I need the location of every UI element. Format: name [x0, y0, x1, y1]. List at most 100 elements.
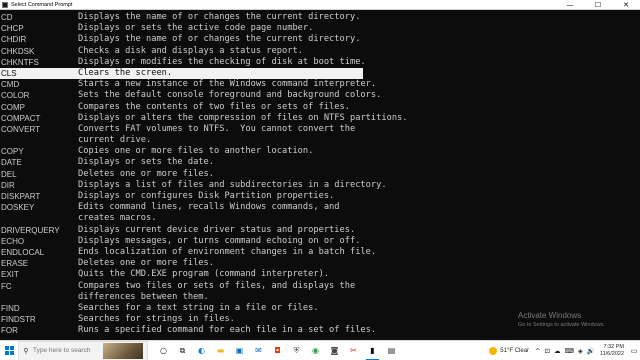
weather-text: 51°F Clear: [500, 348, 530, 354]
pinned-apps: ○ ⧉ ◐ ▬ ▣ ✉ ◘ ⛨ ◉ ◙ ✂ ▮ ▤: [154, 341, 401, 360]
command-description: Clears the screen.: [78, 67, 173, 78]
console-output[interactable]: CD Displays the name of or changes the cu…: [0, 10, 632, 340]
task-view-icon[interactable]: ⧉: [173, 341, 192, 360]
console-line[interactable]: DOSKEY Edits command lines, recalls Windo…: [0, 202, 632, 213]
watermark-title: Activate Windows: [518, 311, 582, 320]
window-title: Select Command Prompt: [11, 1, 73, 8]
network-icon[interactable]: ◈: [578, 347, 583, 355]
office-icon[interactable]: ◘: [268, 341, 287, 360]
store-icon[interactable]: ▣: [230, 341, 249, 360]
weather-sun-icon: [489, 347, 498, 355]
console-line[interactable]: COPY Copies one or more files to another …: [0, 146, 632, 157]
console-line[interactable]: CHCP Displays or sets the active code pag…: [0, 23, 632, 34]
snipping-icon[interactable]: ✂: [344, 341, 363, 360]
security-icon[interactable]: ⛨: [287, 341, 306, 360]
edge-icon[interactable]: ◐: [192, 341, 211, 360]
clock[interactable]: 7:32 PM 11/6/2022: [600, 344, 624, 358]
selected-console-line[interactable]: CLS Clears the screen.: [0, 67, 363, 80]
notification-icon[interactable]: ▭: [628, 347, 640, 355]
camera-icon[interactable]: ◙: [325, 341, 344, 360]
command-description: Copies one or more files to another loca…: [78, 146, 314, 157]
mail-icon[interactable]: ✉: [249, 341, 268, 360]
console-line[interactable]: DISKPART Displays or configures Disk Part…: [0, 191, 632, 202]
console-line[interactable]: creates macros.: [0, 213, 632, 224]
command-name: CMD: [1, 80, 20, 90]
command-description: Runs a specified command for each file i…: [78, 325, 377, 336]
command-name: FIND: [1, 303, 20, 313]
search-highlight-image: [103, 342, 143, 359]
show-hidden-icons-icon[interactable]: ^: [535, 347, 540, 355]
command-name: CHKDSK: [1, 46, 35, 56]
command-description: Quits the CMD.EXE program (command inter…: [78, 269, 330, 280]
command-prompt-icon[interactable]: ▮: [363, 341, 382, 360]
tray-app-icon[interactable]: ⊡: [545, 347, 550, 355]
console-line[interactable]: ERASE Deletes one or more files.: [0, 258, 632, 269]
console-line[interactable]: CHDIR Displays the name of or changes the…: [0, 34, 632, 45]
command-name: CD: [1, 13, 13, 22]
maximize-button[interactable]: ☐: [584, 0, 612, 10]
command-name: DIR: [1, 180, 15, 190]
console-line[interactable]: CD Displays the name of or changes the cu…: [0, 12, 632, 23]
minimize-button[interactable]: —: [556, 0, 584, 10]
command-description: differences between them.: [78, 291, 209, 302]
cortana-icon[interactable]: ○: [154, 341, 173, 360]
chrome-icon[interactable]: ◉: [306, 341, 325, 360]
taskbar-search[interactable]: ⚲: [18, 340, 148, 360]
console-line[interactable]: COMP Compares the contents of two files o…: [0, 102, 632, 113]
search-input[interactable]: [33, 347, 103, 354]
console-line[interactable]: COMPACT Displays or alters the compressio…: [0, 113, 632, 124]
console-line[interactable]: current drive.: [0, 135, 632, 146]
console-line[interactable]: EXIT Quits the CMD.EXE program (command i…: [0, 269, 632, 280]
console-line[interactable]: ECHO Displays messages, or turns command …: [0, 236, 632, 247]
command-description: Checks a disk and displays a status repo…: [78, 45, 303, 56]
terminal-icon[interactable]: ▤: [382, 341, 401, 360]
search-icon: ⚲: [23, 347, 29, 355]
console-line[interactable]: FC Compares two files or sets of files, a…: [0, 281, 632, 292]
system-tray: 51°F Clear ^ ⊡ ☁ ⌨ ◈ 🔊 7:32 PM 11/6/2022 ▭: [489, 341, 640, 360]
command-name: ECHO: [1, 236, 25, 246]
command-description: Displays messages, or turns command echo…: [78, 235, 361, 246]
console-line[interactable]: CMD Starts a new instance of the Windows …: [0, 79, 632, 90]
console-line[interactable]: DEL Deletes one or more files.: [0, 169, 632, 180]
command-name: COMP: [1, 102, 25, 112]
console-line[interactable]: DRIVERQUERY Displays current device drive…: [0, 225, 632, 236]
tray-icons: ^ ⊡ ☁ ⌨ ◈ 🔊: [533, 347, 597, 355]
command-description: Displays the name of or changes the curr…: [78, 12, 361, 22]
command-description: Starts a new instance of the Windows com…: [78, 79, 377, 90]
command-name: CONVERT: [1, 124, 40, 134]
console-line[interactable]: CHKNTFS Displays or modifies the checking…: [0, 57, 632, 68]
command-description: current drive.: [78, 135, 152, 146]
console-line[interactable]: CHKDSK Checks a disk and displays a statu…: [0, 46, 632, 57]
start-button[interactable]: [0, 341, 18, 360]
close-button[interactable]: ✕: [612, 0, 640, 10]
command-description: Searches for a text string in a file or …: [78, 302, 319, 313]
weather-widget[interactable]: 51°F Clear: [489, 347, 529, 355]
command-name: DOSKEY: [1, 203, 35, 213]
command-description: Displays or configures Disk Partition pr…: [78, 191, 335, 201]
volume-icon[interactable]: 🔊: [587, 347, 595, 355]
window-controls: — ☐ ✕: [556, 0, 640, 10]
onedrive-icon[interactable]: ☁: [554, 347, 561, 355]
command-description: Edits command lines, recalls Windows com…: [78, 202, 340, 213]
console-line[interactable]: differences between them.: [0, 292, 632, 303]
taskbar: ⚲ ○⧉◐▬▣✉◘⛨◉◙✂▮▤ 51°F Clear ^ ⊡ ☁⌨ ◈ 🔊 7:32 P…: [0, 340, 640, 360]
command-name: CHDIR: [1, 35, 27, 45]
keyboard-icon[interactable]: ⌨: [564, 347, 573, 355]
command-description: Displays or sets the date.: [78, 157, 214, 168]
clock-date: 11/6/2022: [599, 351, 624, 357]
command-description: creates macros.: [78, 213, 157, 224]
window-titlebar[interactable]: Select Command Prompt — ☐ ✕: [0, 0, 640, 10]
console-line[interactable]: DATE Displays or sets the date.: [0, 157, 632, 168]
command-name: FOR: [1, 326, 18, 336]
console-line[interactable]: COLOR Sets the default console foreground…: [0, 90, 632, 101]
command-name: FINDSTR: [1, 315, 36, 325]
console-line[interactable]: DIR Displays a list of files and subdirec…: [0, 180, 632, 191]
console-line[interactable]: CONVERT Converts FAT volumes to NTFS. You…: [0, 124, 632, 135]
console-line[interactable]: ENDLOCAL Ends localization of environment…: [0, 247, 632, 258]
command-name: CLS: [1, 68, 17, 78]
activation-watermark: Activate Windows Go to Settings to activ…: [518, 311, 605, 329]
console-scrollbar[interactable]: [632, 10, 640, 340]
command-name: CHCP: [1, 24, 24, 34]
command-description: Converts FAT volumes to NTFS. You cannot…: [78, 123, 356, 134]
file-explorer-icon[interactable]: ▬: [211, 341, 230, 360]
